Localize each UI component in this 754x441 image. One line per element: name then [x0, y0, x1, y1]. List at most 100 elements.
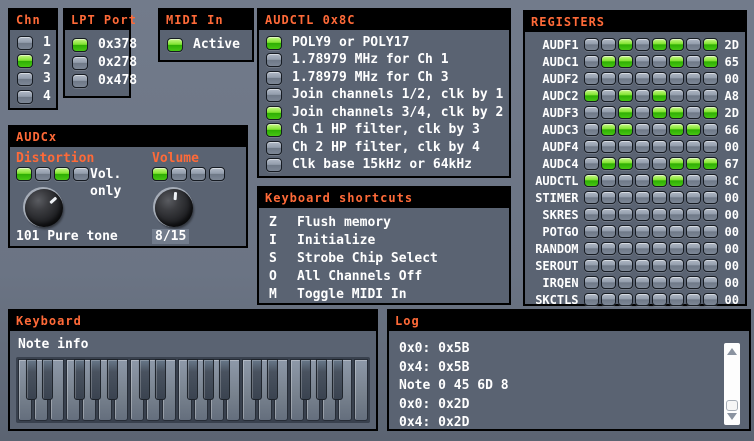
distortion-label: Distortion — [16, 151, 94, 166]
shortcut-row-o: OAll Channels Off — [259, 267, 509, 285]
shortcut-row-s: SStrobe Chip Select — [259, 249, 509, 267]
register-bit — [584, 123, 599, 136]
piano-black-key[interactable] — [139, 359, 150, 400]
piano-black-key[interactable] — [203, 359, 214, 400]
register-bit — [669, 191, 684, 204]
distortion-knob[interactable] — [25, 189, 63, 227]
register-bits — [584, 225, 720, 238]
piano-black-key[interactable] — [219, 359, 230, 400]
panel-registers-titlebar: REGISTERS — [525, 12, 745, 32]
register-bit — [652, 225, 667, 238]
register-bit — [601, 191, 616, 204]
log-scrollbar[interactable] — [724, 343, 740, 425]
register-bit — [652, 259, 667, 272]
log-lines: 0x0: 0x5B0x4: 0x5BNote 0 45 6D 80x0: 0x2… — [399, 341, 715, 434]
option-label: Ch 2 HP filter, clk by 4 — [292, 141, 480, 155]
register-bits — [584, 89, 720, 102]
register-bit — [703, 225, 718, 238]
audctl-checkbox-1-78979-mhz-for-ch-1[interactable] — [266, 53, 282, 67]
register-name: AUDCTL — [531, 174, 579, 188]
volume-bit[interactable] — [209, 167, 225, 181]
panel-keyboard-shortcuts: Keyboard shortcuts ZFlush memoryIInitial… — [257, 186, 511, 305]
piano-black-key[interactable] — [300, 359, 311, 400]
chn-checkbox-2[interactable] — [17, 54, 33, 68]
distortion-knob-pointer — [17, 181, 71, 235]
piano-black-key[interactable] — [74, 359, 85, 400]
volume-bit[interactable] — [152, 167, 168, 181]
audctl-checkbox-ch-1-hp-filter-clk-by-3[interactable] — [266, 123, 282, 137]
lpt_port-checkbox-0x378[interactable] — [72, 38, 88, 52]
scroll-down-icon[interactable] — [727, 413, 737, 420]
panel-lpt-port-title: LPT Port — [71, 13, 137, 27]
shortcut-row-m: MToggle MIDI In — [259, 285, 509, 303]
piano-black-key[interactable] — [187, 359, 198, 400]
piano-black-key[interactable] — [90, 359, 101, 400]
chn-checkbox-1[interactable] — [17, 36, 33, 50]
panel-log-title: Log — [395, 314, 420, 328]
audctl-checkbox-1-78979-mhz-for-ch-3[interactable] — [266, 71, 282, 85]
piano-black-key[interactable] — [106, 359, 117, 400]
distortion-bit[interactable] — [35, 167, 51, 181]
option-label: 1 — [43, 36, 51, 50]
register-bit — [686, 174, 701, 187]
scroll-up-icon[interactable] — [727, 348, 737, 355]
audctl-checkbox-clk-base-15khz-or-64khz[interactable] — [266, 158, 282, 172]
piano-black-key[interactable] — [251, 359, 262, 400]
register-bit — [618, 174, 633, 187]
panel-lpt-port: LPT Port 0x3780x2780x478 — [63, 8, 131, 98]
option-row-1: 1 — [10, 34, 56, 52]
piano-black-key[interactable] — [332, 359, 343, 400]
volume-bit[interactable] — [171, 167, 187, 181]
register-bit — [618, 191, 633, 204]
audctl-checkbox-join-channels-1-2-clk-by-1[interactable] — [266, 88, 282, 102]
chn-checkbox-4[interactable] — [17, 90, 33, 104]
lpt_port-checkbox-0x278[interactable] — [72, 56, 88, 70]
volume-bits — [152, 167, 225, 181]
piano-black-key[interactable] — [26, 359, 37, 400]
scrollbar-thumb[interactable] — [726, 400, 738, 411]
register-value: 00 — [725, 259, 739, 273]
distortion-bit[interactable] — [73, 167, 89, 181]
audctl-checkbox-ch-2-hp-filter-clk-by-4[interactable] — [266, 141, 282, 155]
piano-black-key[interactable] — [155, 359, 166, 400]
chn-options: 1234 — [10, 30, 56, 106]
piano-black-key[interactable] — [267, 359, 278, 400]
midi_in-checkbox-active[interactable] — [167, 38, 183, 52]
distortion-bit[interactable] — [16, 167, 32, 181]
audctl-options: POLY9 or POLY171.78979 MHz for Ch 11.789… — [259, 30, 509, 174]
audctl-checkbox-poly9-or-poly17[interactable] — [266, 36, 282, 50]
panel-log: Log 0x0: 0x5B0x4: 0x5BNote 0 45 6D 80x0:… — [387, 309, 751, 431]
piano-black-key[interactable] — [316, 359, 327, 400]
piano-white-key[interactable] — [354, 359, 368, 421]
register-name: AUDC1 — [531, 55, 579, 69]
piano-black-key[interactable] — [42, 359, 53, 400]
distortion-bit[interactable] — [54, 167, 70, 181]
register-row-audc4: AUDC467 — [525, 155, 745, 172]
panel-chn: Chn 1234 — [8, 8, 58, 110]
panel-keyboard-shortcuts-title: Keyboard shortcuts — [265, 191, 413, 205]
register-value: 8C — [725, 174, 739, 188]
register-bit — [703, 157, 718, 170]
volume-bit[interactable] — [190, 167, 206, 181]
volume-knob-pointer — [154, 188, 195, 229]
note-info-label: Note info — [18, 337, 88, 352]
register-bit — [584, 38, 599, 51]
lpt_port-checkbox-0x478[interactable] — [72, 74, 88, 88]
register-row-audf4: AUDF400 — [525, 138, 745, 155]
volume-knob[interactable] — [155, 189, 193, 227]
register-name: SEROUT — [531, 259, 579, 273]
register-bit — [703, 174, 718, 187]
panel-keyboard: Keyboard Note info — [8, 309, 378, 431]
audctl-checkbox-join-channels-3-4-clk-by-2[interactable] — [266, 106, 282, 120]
panel-chn-titlebar: Chn — [10, 10, 56, 30]
register-bit — [635, 225, 650, 238]
register-bit — [652, 276, 667, 289]
chn-checkbox-3[interactable] — [17, 72, 33, 86]
register-value: 00 — [725, 276, 739, 290]
register-bit — [618, 89, 633, 102]
register-bit — [635, 259, 650, 272]
register-value: 67 — [725, 157, 739, 171]
option-row-1-78979-mhz-for-ch-1: 1.78979 MHz for Ch 1 — [259, 52, 509, 70]
register-bit — [652, 208, 667, 221]
register-bit — [703, 123, 718, 136]
